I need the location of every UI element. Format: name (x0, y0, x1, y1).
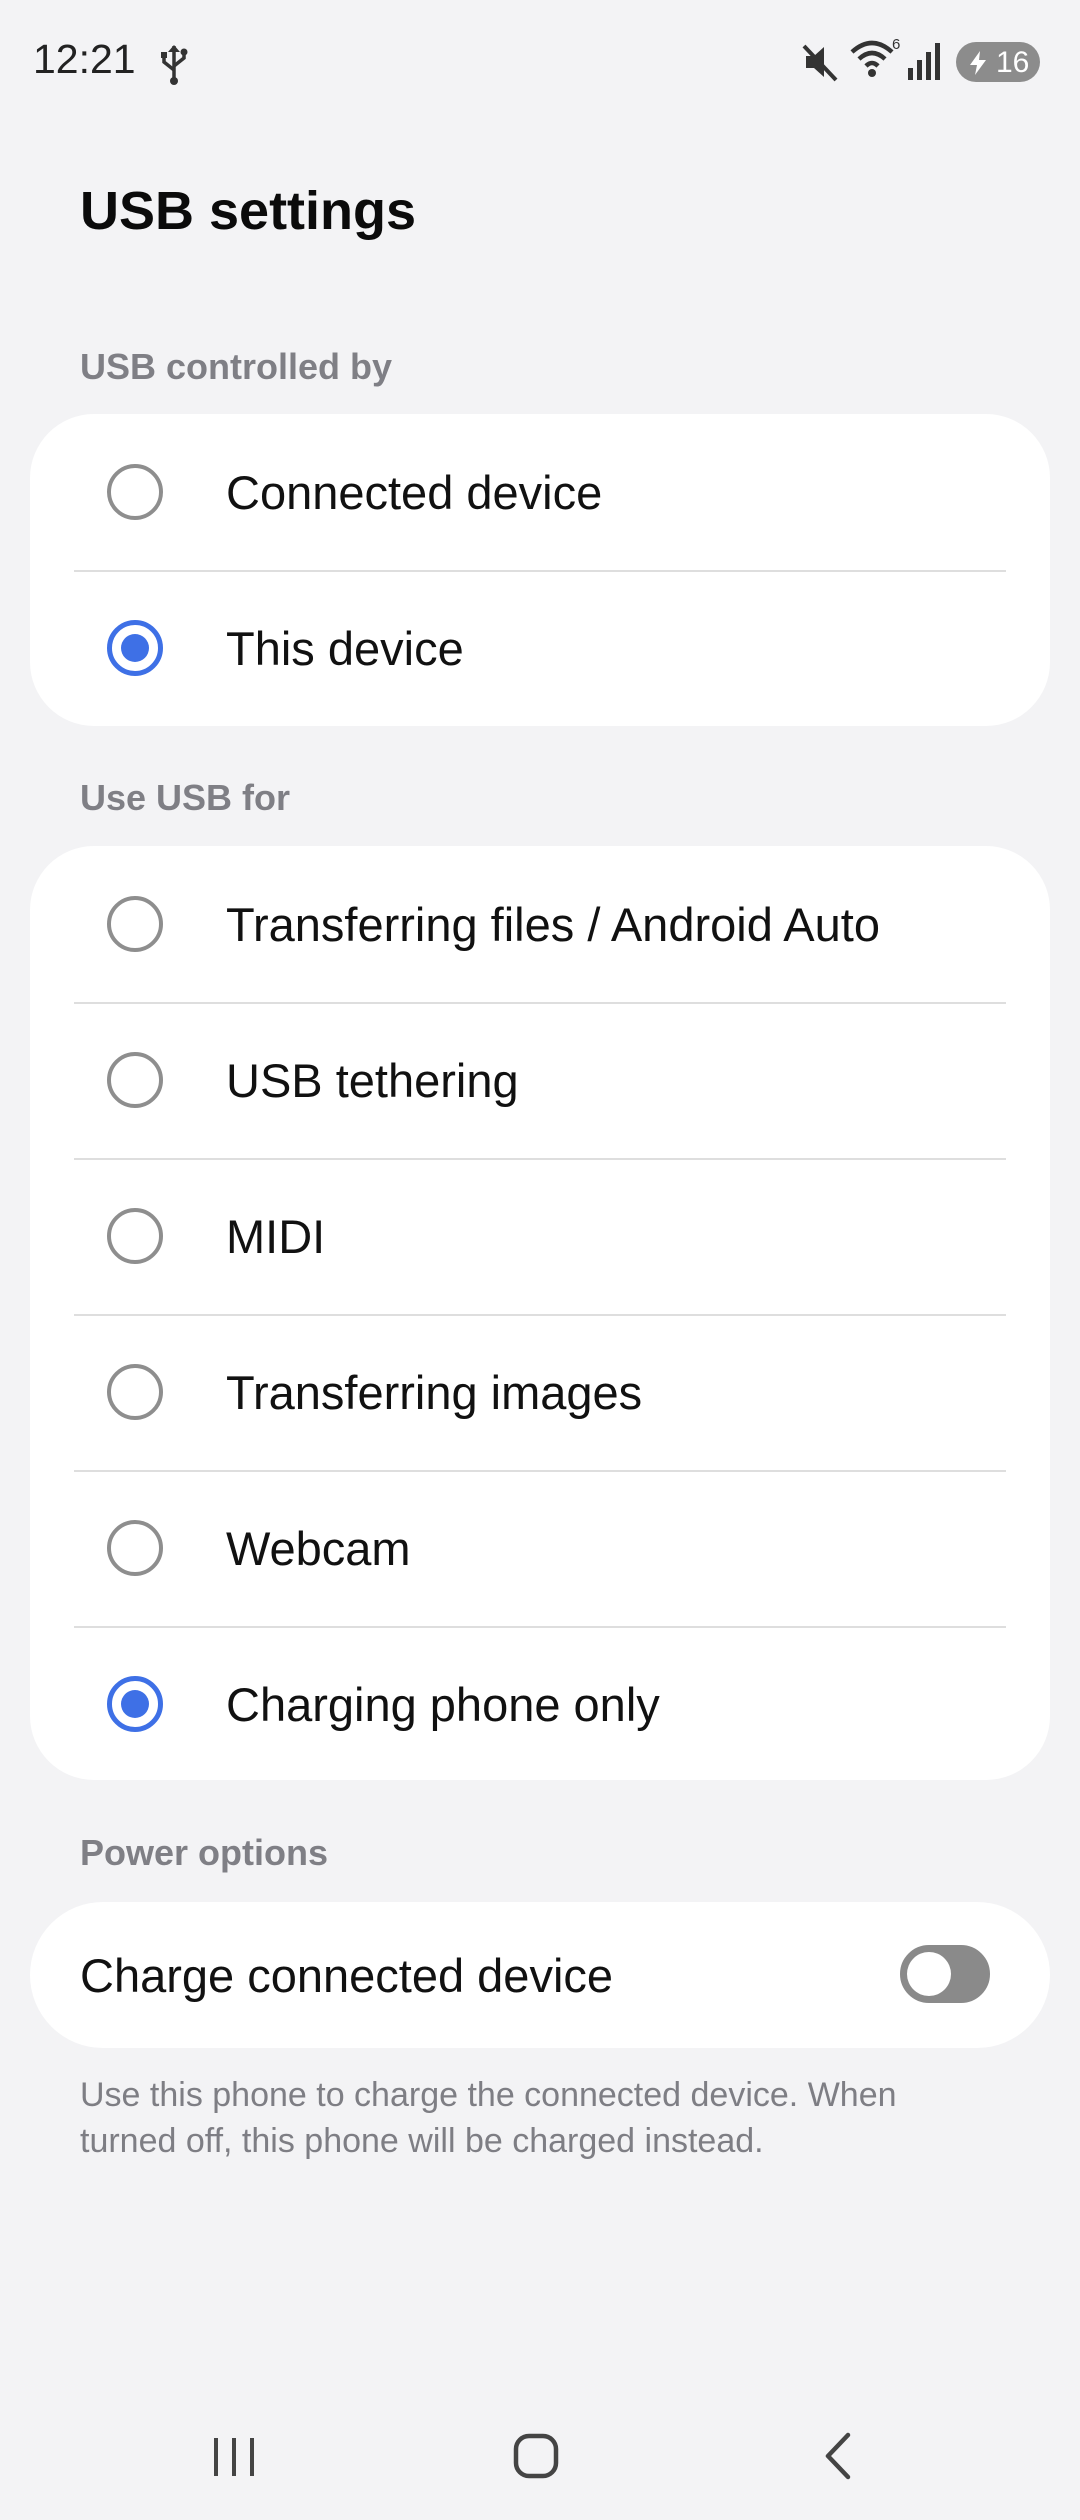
option-label: Charging phone only (226, 1677, 660, 1731)
charge-connected-device-label: Charge connected device (80, 1949, 614, 2002)
option-usb-tethering[interactable]: USB tethering (30, 1002, 1050, 1158)
radio-button[interactable] (107, 1208, 163, 1264)
wifi-badge: 6 (892, 36, 900, 53)
recent-apps-icon[interactable] (194, 2426, 274, 2486)
option-midi[interactable]: MIDI (30, 1158, 1050, 1314)
option-label: This device (226, 621, 464, 675)
option-transferring-files[interactable]: Transferring files / Android Auto (30, 846, 1050, 1002)
charge-connected-device-toggle[interactable] (900, 1945, 990, 2003)
section-header-use-usb-for: Use USB for (80, 777, 291, 818)
radio-button-selected[interactable] (107, 620, 163, 676)
radio-button[interactable] (107, 464, 163, 520)
radio-button[interactable] (107, 1364, 163, 1420)
battery-indicator: 16 (956, 42, 1040, 82)
status-time: 12:21 (33, 36, 136, 82)
usb-icon (156, 42, 192, 91)
option-label: Transferring files / Android Auto (226, 897, 880, 951)
use-usb-for-card: Transferring files / Android Auto USB te… (30, 846, 1050, 1780)
page-title: USB settings (80, 181, 417, 241)
back-icon[interactable] (800, 2426, 880, 2486)
option-this-device[interactable]: This device (30, 570, 1050, 726)
mute-icon (800, 40, 842, 89)
option-connected-device[interactable]: Connected device (30, 414, 1050, 570)
radio-button[interactable] (107, 1520, 163, 1576)
battery-level: 16 (996, 46, 1030, 79)
option-charging-phone-only[interactable]: Charging phone only (30, 1626, 1050, 1780)
option-label: Webcam (226, 1521, 411, 1575)
option-transferring-images[interactable]: Transferring images (30, 1314, 1050, 1470)
navigation-bar (0, 2400, 1080, 2520)
battery-charging-icon (968, 50, 988, 81)
home-icon[interactable] (496, 2426, 576, 2486)
power-options-description: Use this phone to charge the connected d… (80, 2076, 897, 2160)
radio-button[interactable] (107, 1052, 163, 1108)
signal-icon (906, 40, 946, 87)
section-header-controlled-by: USB controlled by (80, 346, 393, 387)
option-label: USB tethering (226, 1053, 519, 1107)
radio-button[interactable] (107, 896, 163, 952)
option-webcam[interactable]: Webcam (30, 1470, 1050, 1626)
wifi-icon: 6 (848, 36, 904, 87)
radio-button-selected[interactable] (107, 1676, 163, 1732)
option-label: Transferring images (226, 1365, 643, 1419)
toggle-knob (907, 1952, 951, 1996)
status-bar: 12:21 6 16 (0, 0, 1080, 122)
controlled-by-card: Connected device This device (30, 414, 1050, 726)
charge-connected-device-row[interactable]: Charge connected device (30, 1902, 1050, 2048)
section-header-power-options: Power options (80, 1832, 329, 1873)
option-label: Connected device (226, 465, 603, 519)
option-label: MIDI (226, 1209, 326, 1263)
